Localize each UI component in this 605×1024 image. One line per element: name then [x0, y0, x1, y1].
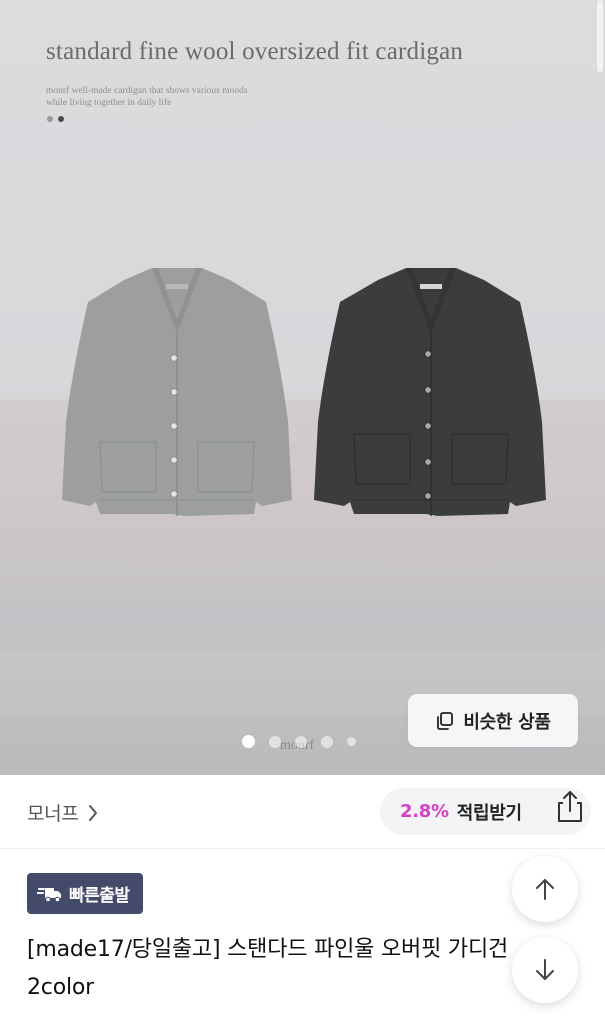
store-row: 모너프 2.8% 적립받기	[0, 775, 605, 849]
hero-subtitle: monrf well-made cardigan that shows vari…	[46, 86, 248, 108]
carousel-dot[interactable]	[321, 735, 333, 748]
mini-dot	[47, 116, 53, 122]
share-icon[interactable]	[553, 786, 587, 826]
hero-title: standard fine wool oversized fit cardiga…	[46, 38, 464, 65]
store-link[interactable]: 모너프	[27, 799, 99, 826]
hero-mini-dots	[47, 116, 64, 122]
carousel-pagination[interactable]	[242, 735, 356, 748]
grey-cardigan-image	[62, 268, 292, 516]
similar-products-button[interactable]: 비슷한 상품	[408, 694, 578, 747]
badge-label: 빠른출발	[69, 886, 130, 906]
fast-truck-icon	[37, 887, 61, 902]
mini-dot-active	[58, 116, 64, 122]
product-title: [made17/당일출고] 스탠다드 파인울 오버핏 가디건 2color	[27, 931, 517, 1007]
points-label: 적립받기	[456, 802, 522, 824]
product-title-line: 2color	[27, 975, 94, 1000]
scroll-down-button[interactable]	[512, 937, 578, 1003]
chevron-right-icon	[88, 804, 97, 821]
scroll-up-button[interactable]	[512, 856, 578, 922]
product-title-line: [made17/당일출고] 스탠다드 파인울 오버핏 가디건	[27, 937, 509, 962]
carousel-dot-active[interactable]	[242, 735, 255, 748]
copy-stack-icon	[437, 711, 454, 730]
scrollbar-thumb[interactable]	[597, 0, 603, 72]
background-band	[0, 590, 605, 650]
arrow-down-icon	[536, 959, 554, 980]
carousel-dot[interactable]	[347, 737, 356, 746]
background-band	[0, 530, 605, 590]
fast-shipping-badge: 빠른출발	[27, 873, 143, 914]
similar-products-label: 비슷한 상품	[463, 711, 551, 733]
arrow-up-icon	[536, 879, 554, 900]
store-name: 모너프	[27, 803, 79, 825]
points-rate: 2.8%	[400, 801, 449, 822]
product-image-carousel[interactable]: standard fine wool oversized fit cardiga…	[0, 0, 605, 775]
carousel-dot[interactable]	[269, 735, 281, 748]
dark-cardigan-image	[314, 268, 546, 516]
carousel-dot[interactable]	[295, 735, 307, 748]
